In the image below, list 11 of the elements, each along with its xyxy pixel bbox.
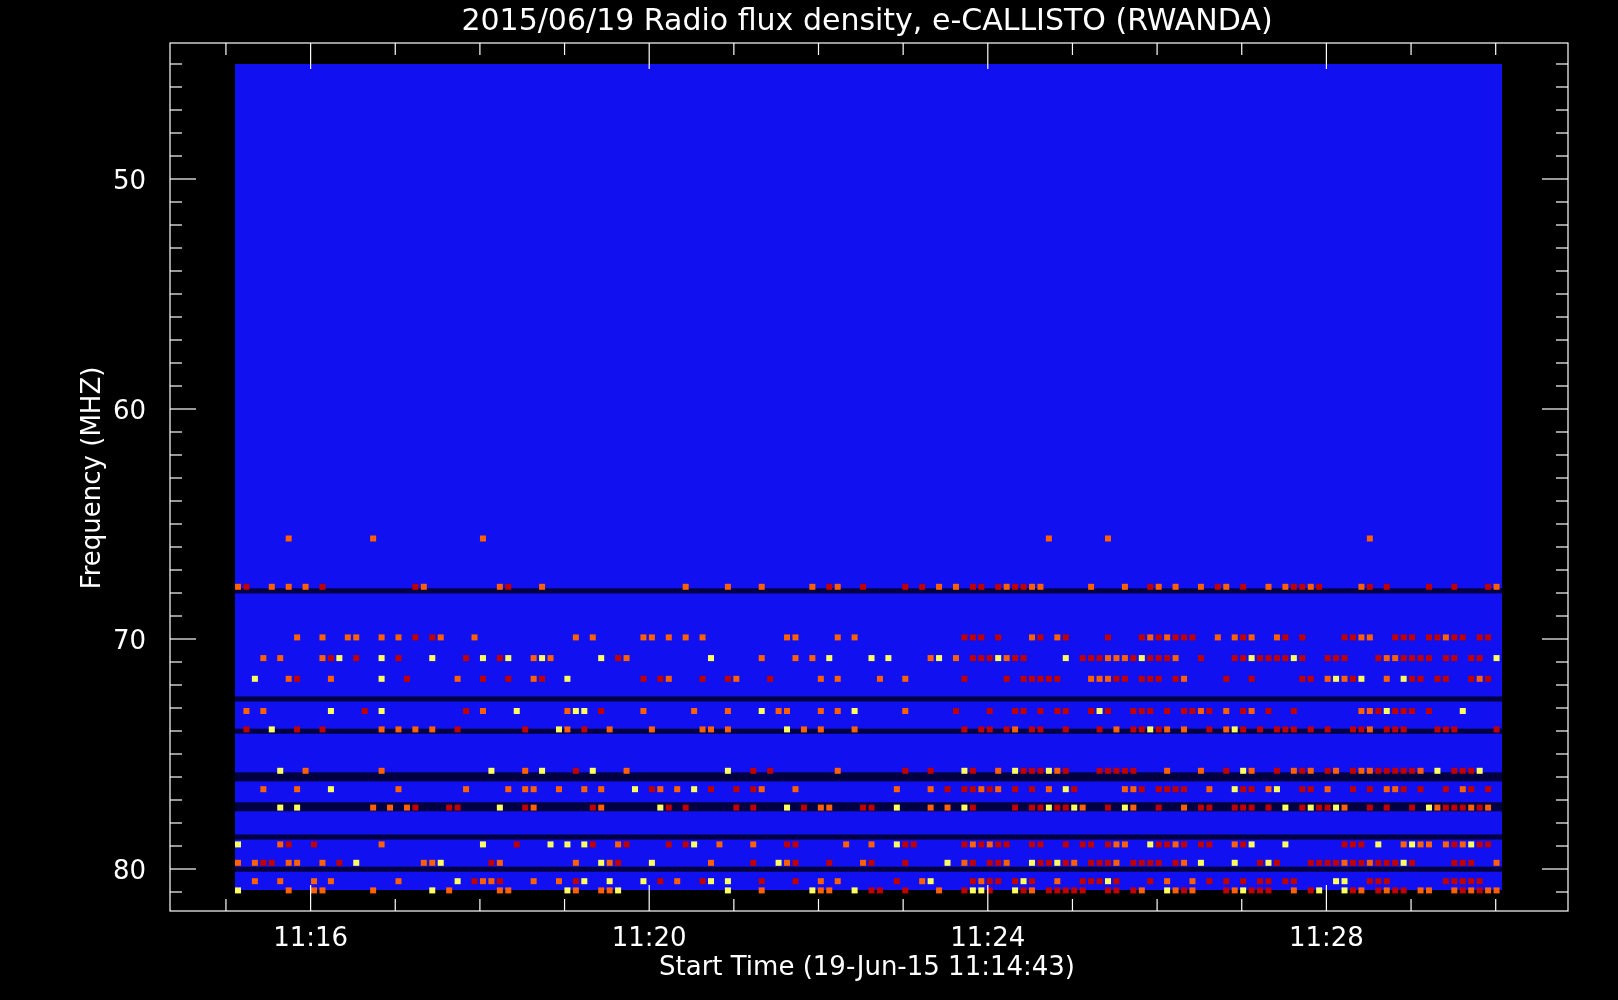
axis-tick-label: 70 [112, 625, 146, 655]
axis-tick-label: 11:20 [611, 922, 687, 952]
axis-tick-label: 11:28 [1288, 922, 1364, 952]
x-axis-label: Start Time (19-Jun-15 11:14:43) [659, 951, 1075, 981]
axis-tick-label: 50 [112, 165, 146, 195]
axis-tick-label: 60 [112, 395, 146, 425]
axis-tick-label: 11:24 [950, 922, 1026, 952]
chart-title: 2015/06/19 Radio flux density, e-CALLISTO (RWANDA) [461, 2, 1273, 37]
axis-tick-label: 80 [112, 855, 146, 885]
axis-tick-label: 11:16 [273, 922, 349, 952]
y-axis-label: Frequency (MHZ) [76, 366, 106, 590]
